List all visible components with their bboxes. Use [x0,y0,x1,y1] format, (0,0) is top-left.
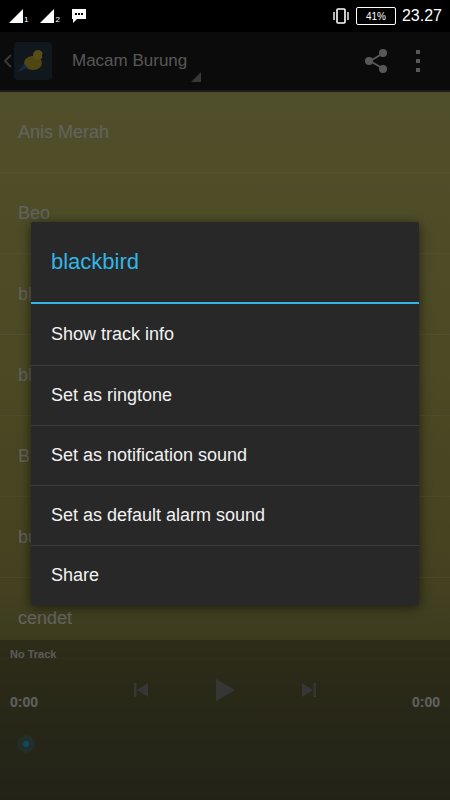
dialog-menu-item[interactable]: Set as notification sound [31,425,419,485]
status-bar: 1 2 41% 23.27 [0,0,450,32]
dialog-menu-item[interactable]: Set as ringtone [31,365,419,425]
sim2-label: 2 [55,16,59,24]
dialog-menu-item[interactable]: Set as default alarm sound [31,485,419,545]
sim1-label: 1 [24,16,28,24]
dialog-menu-item[interactable]: Show track info [31,304,419,365]
sim2-signal: 2 [39,8,64,24]
battery-level: 41% [366,11,386,22]
vibrate-icon [332,7,350,25]
signal-icon [39,8,55,24]
sim1-signal: 1 [8,8,33,24]
battery: 41% [356,7,396,25]
clock: 23.27 [402,7,442,25]
dialog-menu-item[interactable]: Share [31,545,419,605]
screen: 1241%23.27Macam BurungAnis MerahBeoblblB… [0,0,450,800]
message-icon [71,8,87,24]
signal-icon [8,8,24,24]
context-dialog: blackbirdShow track infoSet as ringtoneS… [31,222,419,605]
dialog-divider [31,302,419,304]
dialog-title: blackbird [31,222,419,302]
